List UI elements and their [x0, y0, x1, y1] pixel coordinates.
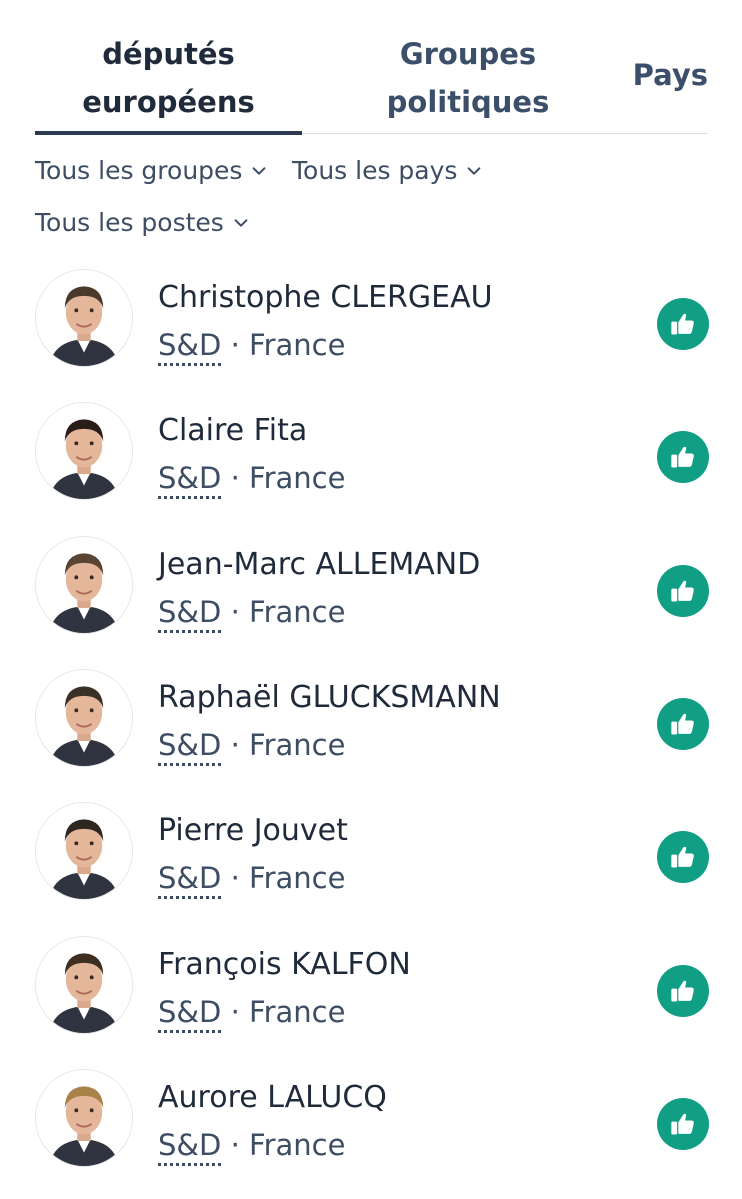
tab-deputies-line1: députés	[102, 37, 235, 71]
vote-badge	[657, 697, 709, 750]
member-country: France	[249, 1127, 346, 1162]
member-meta: S&D · France	[158, 328, 346, 366]
chevron-down-icon	[234, 218, 248, 227]
member-name[interactable]: Aurore LALUCQ	[158, 1080, 387, 1115]
chevron-down-icon	[468, 166, 481, 175]
group-abbreviation[interactable]: S&D	[158, 1127, 222, 1166]
avatar[interactable]	[35, 668, 133, 767]
member-meta: S&D · France	[158, 861, 346, 900]
member-meta: S&D · France	[158, 727, 346, 766]
list-item[interactable]: Christophe CLERGEAU S&D · France	[0, 266, 742, 376]
vote-badge	[657, 831, 709, 884]
portrait-photo	[36, 669, 132, 766]
tab-groups-line2: politiques	[386, 85, 550, 119]
member-name[interactable]: Christophe CLERGEAU	[158, 280, 493, 315]
vote-badge	[657, 964, 709, 1017]
group-abbreviation[interactable]: S&D	[158, 727, 222, 766]
group-abbreviation[interactable]: S&D	[158, 994, 222, 1033]
list-item[interactable]: Aurore LALUCQ S&D · France	[0, 1066, 742, 1176]
vote-badge	[657, 431, 709, 484]
separator: ·	[230, 461, 240, 496]
thumbs-up-icon	[671, 313, 694, 335]
member-name[interactable]: Jean-Marc ALLEMAND	[158, 547, 480, 582]
tab-political-groups[interactable]: Groupes politiques	[335, 30, 601, 126]
list-item[interactable]: Claire Fita S&D · France	[0, 399, 742, 509]
portrait-photo	[36, 403, 132, 500]
member-country: France	[249, 328, 346, 362]
separator: ·	[230, 1127, 240, 1162]
filter-posts-label: Tous les postes	[35, 208, 224, 237]
group-abbreviation[interactable]: S&D	[158, 861, 222, 900]
avatar[interactable]	[35, 535, 133, 634]
tab-deputies-line2: européens	[82, 85, 255, 119]
separator: ·	[230, 727, 240, 762]
group-abbreviation[interactable]: S&D	[158, 461, 222, 500]
separator: ·	[230, 594, 240, 629]
avatar[interactable]	[35, 269, 133, 367]
member-country: France	[249, 994, 346, 1029]
member-name[interactable]: Raphaël GLUCKSMANN	[158, 680, 501, 715]
member-country: France	[249, 727, 346, 762]
list-item[interactable]: Jean-Marc ALLEMAND S&D · France	[0, 533, 742, 643]
avatar[interactable]	[35, 402, 133, 501]
tab-countries[interactable]: Pays	[625, 51, 708, 99]
vote-badge	[657, 564, 709, 617]
portrait-photo	[36, 270, 132, 366]
group-abbreviation[interactable]: S&D	[158, 594, 222, 633]
separator: ·	[230, 994, 240, 1029]
tab-groups-line1: Groupes	[399, 37, 537, 71]
member-country: France	[249, 861, 346, 896]
member-meta: S&D · France	[158, 994, 346, 1033]
member-meta: S&D · France	[158, 461, 346, 500]
filter-groups-dropdown[interactable]: Tous les groupes	[35, 156, 268, 185]
member-name[interactable]: François KALFON	[158, 947, 411, 982]
active-tab-indicator	[35, 131, 302, 135]
member-name[interactable]: Pierre Jouvet	[158, 813, 348, 848]
filter-posts-dropdown[interactable]: Tous les postes	[35, 208, 250, 237]
thumbs-up-icon	[671, 1113, 694, 1135]
member-meta: S&D · France	[158, 1127, 346, 1166]
thumbs-up-icon	[671, 447, 694, 468]
list-item[interactable]: Pierre Jouvet S&D · France	[0, 799, 742, 909]
portrait-photo	[36, 936, 132, 1033]
vote-badge	[657, 298, 709, 350]
portrait-photo	[36, 1069, 132, 1166]
member-country: France	[249, 594, 346, 629]
avatar[interactable]	[35, 1068, 133, 1167]
member-meta: S&D · France	[158, 594, 346, 633]
member-country: France	[249, 461, 346, 496]
portrait-photo	[36, 803, 132, 900]
filter-countries-dropdown[interactable]: Tous les pays	[292, 156, 483, 185]
separator: ·	[230, 328, 240, 362]
list-item[interactable]: Raphaël GLUCKSMANN S&D · France	[0, 666, 742, 776]
thumbs-up-icon	[671, 846, 694, 868]
avatar[interactable]	[35, 935, 133, 1034]
filter-groups-label: Tous les groupes	[35, 156, 243, 185]
vote-badge	[657, 1097, 709, 1150]
tab-bar: députés européens Groupes politiques Pay…	[35, 0, 708, 135]
member-name[interactable]: Claire Fita	[158, 413, 307, 448]
separator: ·	[230, 861, 240, 896]
thumbs-up-icon	[671, 580, 694, 602]
chevron-down-icon	[253, 166, 266, 175]
thumbs-up-icon	[671, 980, 694, 1001]
filter-countries-label: Tous les pays	[292, 156, 458, 185]
avatar[interactable]	[35, 802, 133, 901]
tab-deputies[interactable]: députés européens	[35, 30, 302, 126]
list-item[interactable]: François KALFON S&D · France	[0, 933, 742, 1043]
thumbs-up-icon	[671, 713, 694, 735]
group-abbreviation[interactable]: S&D	[158, 328, 222, 366]
portrait-photo	[36, 536, 132, 633]
